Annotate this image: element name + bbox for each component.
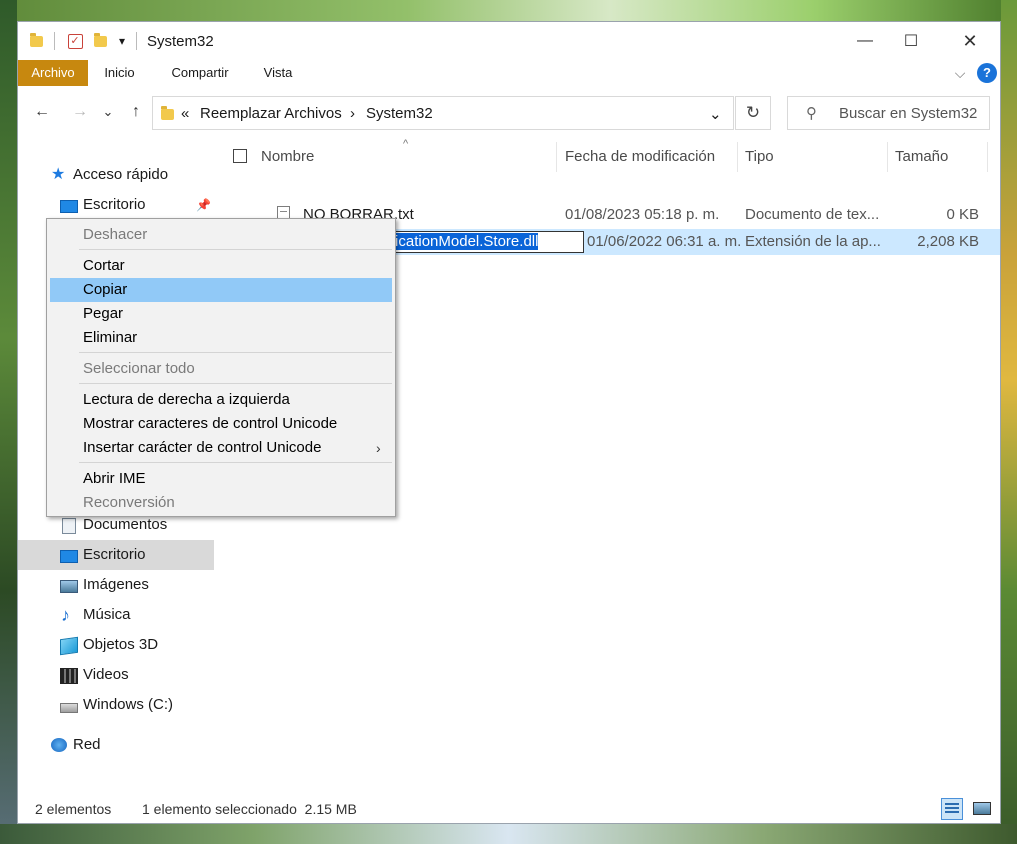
address-bar[interactable]: « Reemplazar Archivos › System32 ⌄ xyxy=(152,96,734,130)
tab-compartir[interactable]: Compartir xyxy=(162,60,238,86)
3d-objects-icon xyxy=(60,636,78,656)
recent-locations-button[interactable]: ⌄ xyxy=(100,100,116,124)
sidebar-item-label: Objetos 3D xyxy=(83,636,159,653)
navigation-bar: ← → ⌄ ↑ « Reemplazar Archivos › System32… xyxy=(18,86,1000,138)
menu-item-mostrar-unicode[interactable]: Mostrar caracteres de control Unicode xyxy=(50,412,392,436)
select-all-checkbox[interactable] xyxy=(233,149,247,163)
pictures-icon xyxy=(60,580,78,593)
sidebar-item-objetos-3d[interactable]: Objetos 3D xyxy=(18,630,214,660)
window-title: System32 xyxy=(147,33,214,50)
sidebar-item-label: Escritorio xyxy=(83,546,146,563)
tab-vista[interactable]: Vista xyxy=(253,60,303,86)
sidebar-item-label: Música xyxy=(83,606,131,623)
status-bar: 2 elementos 1 elemento seleccionado 2.15… xyxy=(18,795,1000,823)
sidebar-item-escritorio-pinned[interactable]: Escritorio 📌 xyxy=(18,190,214,220)
network-icon xyxy=(51,738,67,752)
menu-item-eliminar[interactable]: Eliminar xyxy=(50,326,392,350)
column-header-fecha[interactable]: Fecha de modificación xyxy=(565,138,715,176)
up-button[interactable]: ↑ xyxy=(124,100,148,124)
desktop-icon xyxy=(60,550,78,563)
menu-item-abrir-ime[interactable]: Abrir IME xyxy=(50,467,392,491)
search-icon: ⚲ xyxy=(806,105,817,122)
sidebar-item-label: Escritorio xyxy=(83,196,146,213)
breadcrumb-system32[interactable]: System32 xyxy=(366,105,433,122)
menu-item-pegar[interactable]: Pegar xyxy=(50,302,392,326)
column-header-nombre[interactable]: Nombre xyxy=(261,138,314,176)
breadcrumb-separator-icon[interactable]: › xyxy=(350,105,355,122)
folder-icon xyxy=(28,32,44,50)
desktop-wallpaper-top xyxy=(0,0,1017,22)
menu-item-seleccionar-todo[interactable]: Seleccionar todo xyxy=(50,357,392,381)
file-type: Documento de tex... xyxy=(745,206,880,223)
pin-icon: 📌 xyxy=(196,198,211,212)
file-size: 2,208 KB xyxy=(917,233,979,250)
documents-icon xyxy=(62,518,76,534)
star-icon: ★ xyxy=(51,166,66,183)
address-dropdown-icon[interactable]: ⌄ xyxy=(709,105,722,123)
sidebar-item-label: Red xyxy=(73,736,101,753)
details-view-button[interactable] xyxy=(941,798,963,820)
column-header-tamano[interactable]: Tamaño xyxy=(895,138,948,176)
refresh-button[interactable]: ↻ xyxy=(735,96,771,130)
maximize-button[interactable]: ☐ xyxy=(888,22,934,60)
file-date: 01/06/2022 06:31 a. m. xyxy=(587,233,742,250)
menu-item-lectura-rtl[interactable]: Lectura de derecha a izquierda xyxy=(50,388,392,412)
ribbon-tabs: Archivo Inicio Compartir Vista ⌵ ? xyxy=(18,60,1000,86)
menu-item-insertar-unicode[interactable]: Insertar carácter de control Unicode › xyxy=(50,436,392,460)
selection-info: 1 elemento seleccionado 2.15 MB xyxy=(142,801,357,817)
properties-icon[interactable]: ✓ xyxy=(66,32,84,50)
breadcrumb-overflow[interactable]: « xyxy=(181,105,189,122)
desktop-wallpaper-right xyxy=(1001,0,1017,844)
forward-button[interactable]: → xyxy=(68,100,92,124)
file-size: 0 KB xyxy=(946,206,979,223)
menu-item-copiar[interactable]: Copiar xyxy=(50,278,392,302)
sidebar-item-videos[interactable]: Videos xyxy=(18,660,214,690)
ribbon-collapse-icon[interactable]: ⌵ xyxy=(950,60,970,86)
sidebar-item-label: Windows (C:) xyxy=(83,696,174,713)
menu-item-cortar[interactable]: Cortar xyxy=(50,254,392,278)
sidebar-item-windows-c[interactable]: Windows (C:) xyxy=(18,690,214,720)
tab-inicio[interactable]: Inicio xyxy=(92,60,147,86)
quick-access-toolbar-dropdown[interactable]: ▾ xyxy=(116,32,128,50)
sidebar-item-acceso-rapido[interactable]: ★ Acceso rápido xyxy=(18,160,214,190)
sidebar-item-red[interactable]: Red xyxy=(18,730,214,760)
tab-archivo[interactable]: Archivo xyxy=(18,60,88,86)
help-icon[interactable]: ? xyxy=(977,63,997,83)
sidebar-item-musica[interactable]: ♪ Música xyxy=(18,600,214,630)
new-folder-icon[interactable] xyxy=(92,32,108,50)
search-placeholder: Buscar en System32 xyxy=(839,105,978,122)
search-input[interactable]: ⚲ Buscar en System32 xyxy=(787,96,990,130)
sidebar-item-label: Acceso rápido xyxy=(73,166,169,183)
breadcrumb-reemplazar-archivos[interactable]: Reemplazar Archivos xyxy=(200,105,342,122)
desktop-wallpaper-left xyxy=(0,0,17,844)
file-type: Extensión de la ap... xyxy=(745,233,881,250)
desktop-wallpaper-bottom xyxy=(0,824,1017,844)
title-bar: ✓ ▾ System32 — ☐ ✕ xyxy=(18,22,1000,60)
folder-icon xyxy=(161,106,174,120)
desktop-icon xyxy=(60,200,78,213)
drive-icon xyxy=(60,703,78,713)
column-header-tipo[interactable]: Tipo xyxy=(745,138,774,176)
file-date: 01/08/2023 05:18 p. m. xyxy=(565,206,720,223)
submenu-arrow-icon: › xyxy=(376,440,381,456)
sidebar-item-label: Videos xyxy=(83,666,129,683)
back-button[interactable]: ← xyxy=(30,100,54,124)
videos-icon xyxy=(60,668,78,684)
menu-item-deshacer[interactable]: Deshacer xyxy=(50,223,392,247)
close-button[interactable]: ✕ xyxy=(947,22,993,60)
minimize-button[interactable]: — xyxy=(842,22,888,60)
context-menu: Deshacer Cortar Copiar Pegar Eliminar Se… xyxy=(46,218,396,517)
large-icons-view-button[interactable] xyxy=(971,798,993,820)
item-count: 2 elementos xyxy=(35,801,112,817)
sort-ascending-icon: ^ xyxy=(403,138,409,150)
sidebar-item-escritorio[interactable]: Escritorio xyxy=(18,540,214,570)
music-icon: ♪ xyxy=(61,605,70,625)
sidebar-item-label: Imágenes xyxy=(83,576,149,593)
menu-item-reconversion[interactable]: Reconversión xyxy=(50,491,392,515)
sidebar-item-imagenes[interactable]: Imágenes xyxy=(18,570,214,600)
